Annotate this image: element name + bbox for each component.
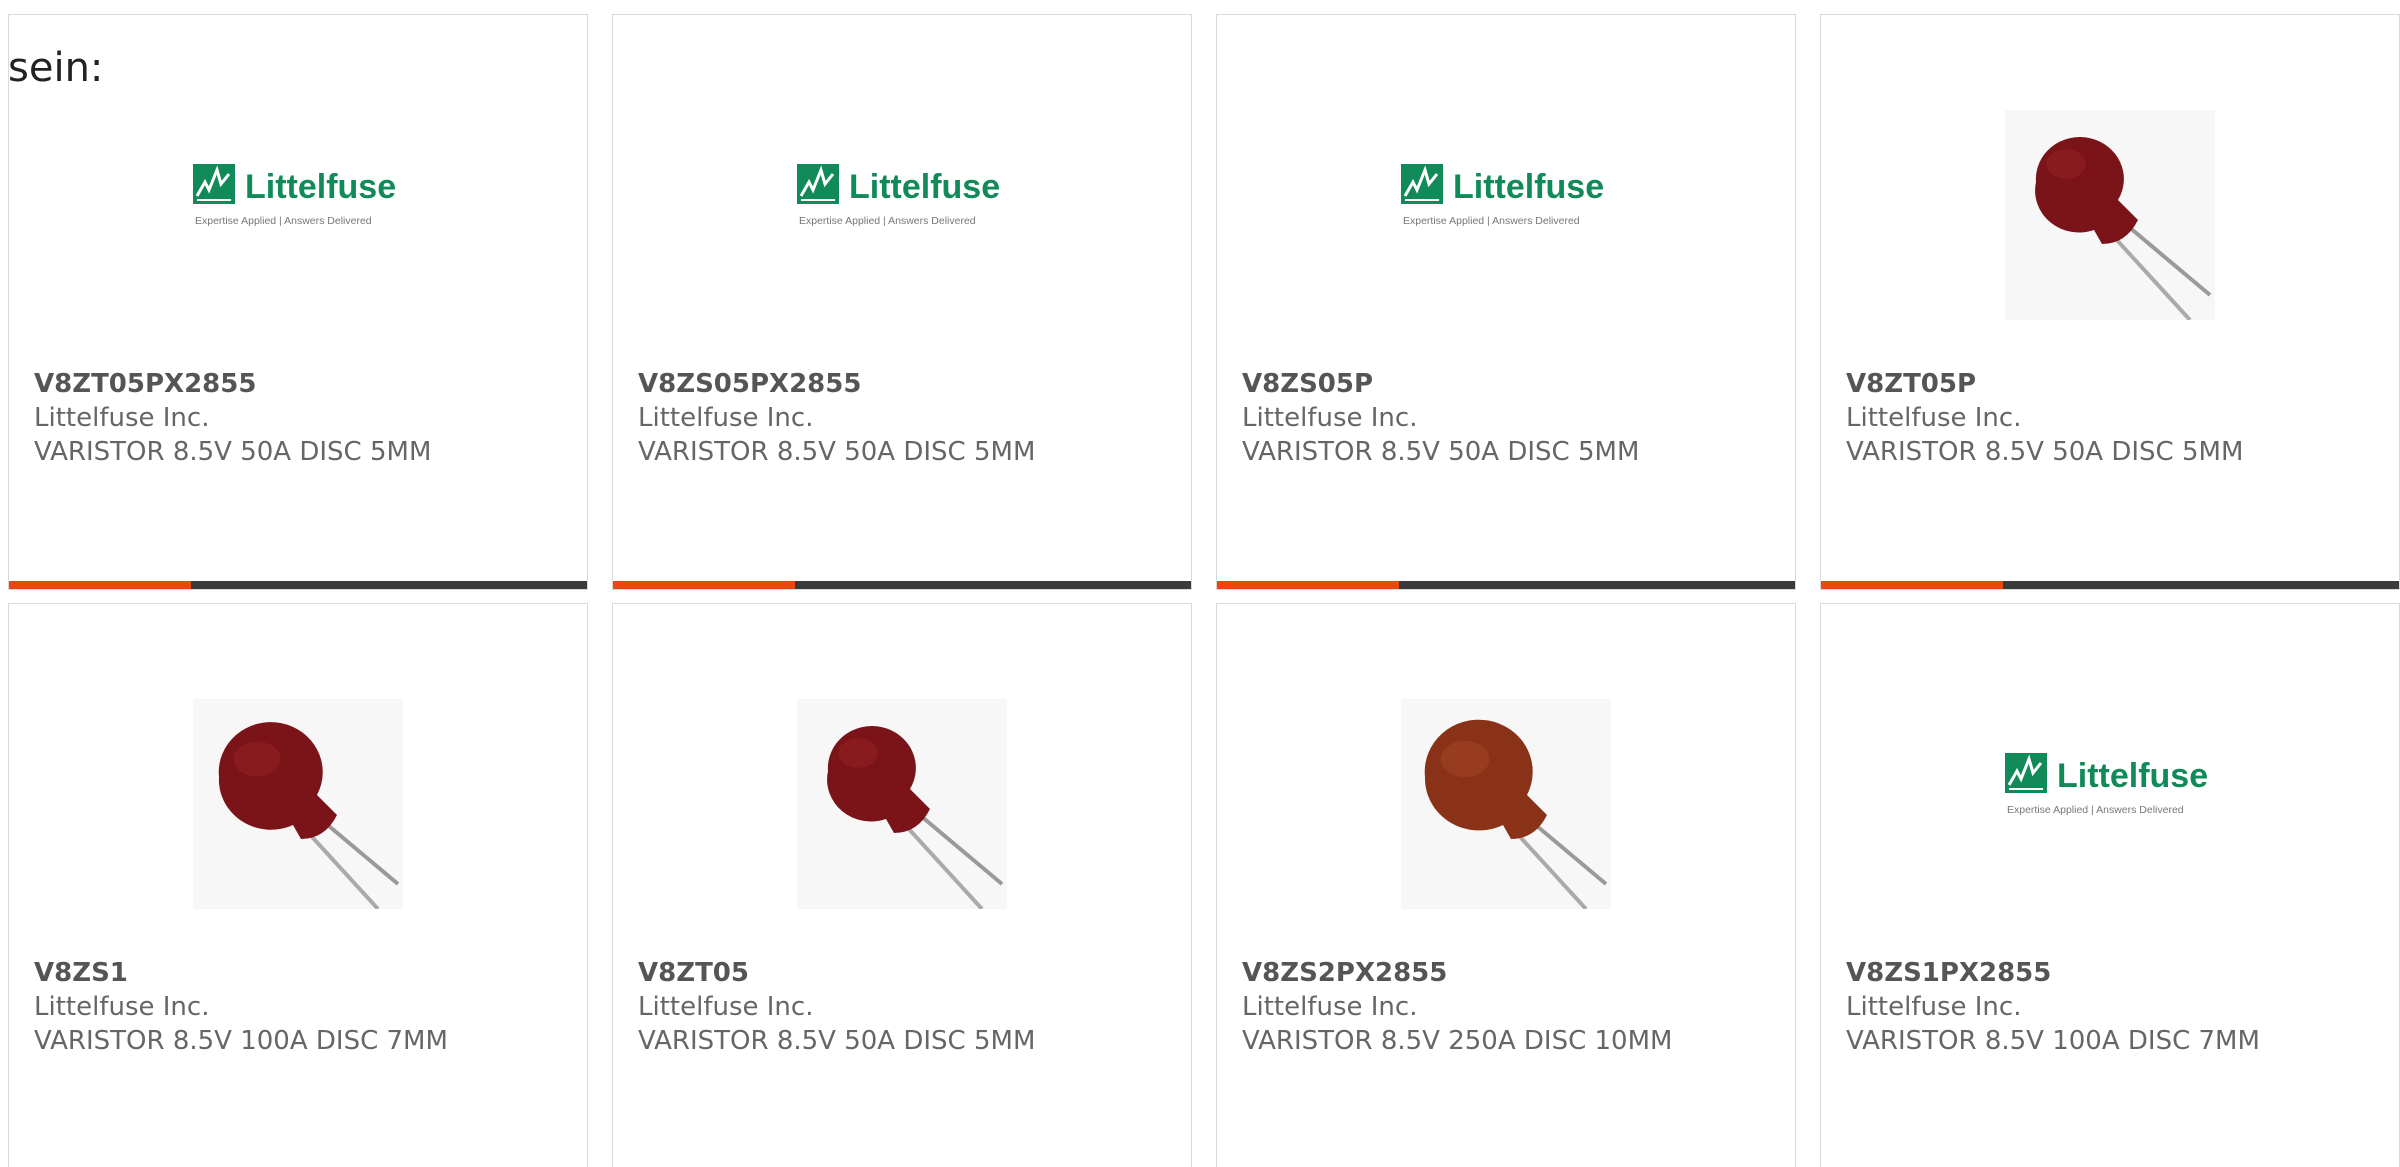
manufacturer-name: Littelfuse Inc. bbox=[1846, 403, 2022, 433]
card-accent-bar bbox=[1821, 581, 2003, 589]
product-image-area[interactable]: Littelfuse Expertise Applied | Answers D… bbox=[613, 15, 1191, 355]
part-number-link[interactable]: V8ZS2PX2855 bbox=[1242, 956, 1775, 990]
product-image-area[interactable] bbox=[1217, 604, 1795, 944]
manufacturer-name: Littelfuse Inc. bbox=[1242, 403, 1418, 433]
littelfuse-logo: Littelfuse Expertise Applied | Answers D… bbox=[797, 164, 1000, 227]
product-card[interactable]: V8ZT05P Littelfuse Inc. VARISTOR 8.5V 50… bbox=[1820, 14, 2400, 590]
card-bottom-bar bbox=[1821, 581, 2399, 589]
part-number-link[interactable]: V8ZT05PX2855 bbox=[34, 367, 567, 401]
product-grid: Littelfuse Expertise Applied | Answers D… bbox=[0, 0, 2400, 1167]
part-number-link[interactable]: V8ZS1PX2855 bbox=[1846, 956, 2379, 990]
manufacturer-name: Littelfuse Inc. bbox=[1242, 992, 1418, 1022]
product-image-area[interactable] bbox=[9, 604, 587, 944]
card-bottom-bar bbox=[9, 581, 587, 589]
card-bottom-bar bbox=[613, 581, 1191, 589]
product-info: V8ZT05 Littelfuse Inc. VARISTOR 8.5V 50A… bbox=[638, 956, 1171, 1058]
product-info: V8ZT05P Littelfuse Inc. VARISTOR 8.5V 50… bbox=[1846, 367, 2379, 469]
intro-text: sein: bbox=[8, 45, 104, 91]
part-number-link[interactable]: V8ZS05PX2855 bbox=[638, 367, 1171, 401]
product-card[interactable]: Littelfuse Expertise Applied | Answers D… bbox=[1216, 14, 1796, 590]
product-card[interactable]: Littelfuse Expertise Applied | Answers D… bbox=[8, 14, 588, 590]
product-image-area[interactable] bbox=[1821, 15, 2399, 355]
part-number-link[interactable]: V8ZS05P bbox=[1242, 367, 1775, 401]
varistor-image bbox=[2005, 110, 2215, 320]
littelfuse-logo: Littelfuse Expertise Applied | Answers D… bbox=[1401, 164, 1604, 227]
product-card[interactable]: V8ZS1 Littelfuse Inc. VARISTOR 8.5V 100A… bbox=[8, 603, 588, 1167]
product-image-area[interactable]: Littelfuse Expertise Applied | Answers D… bbox=[1821, 604, 2399, 944]
varistor-image bbox=[1401, 699, 1611, 909]
littelfuse-logo: Littelfuse Expertise Applied | Answers D… bbox=[193, 164, 396, 227]
card-accent-bar bbox=[1217, 581, 1399, 589]
product-image-area[interactable]: Littelfuse Expertise Applied | Answers D… bbox=[1217, 15, 1795, 355]
product-info: V8ZS1PX2855 Littelfuse Inc. VARISTOR 8.5… bbox=[1846, 956, 2379, 1058]
manufacturer-name: Littelfuse Inc. bbox=[1846, 992, 2022, 1022]
product-description: VARISTOR 8.5V 50A DISC 5MM bbox=[1242, 437, 1640, 467]
card-accent-bar bbox=[9, 581, 191, 589]
logo-brand-text: Littelfuse bbox=[1453, 168, 1604, 206]
manufacturer-name: Littelfuse Inc. bbox=[638, 403, 814, 433]
product-info: V8ZT05PX2855 Littelfuse Inc. VARISTOR 8.… bbox=[34, 367, 567, 469]
card-accent-bar bbox=[613, 581, 795, 589]
product-image-area[interactable] bbox=[613, 604, 1191, 944]
product-description: VARISTOR 8.5V 50A DISC 5MM bbox=[638, 1026, 1036, 1056]
logo-tagline-text: Expertise Applied | Answers Delivered bbox=[799, 215, 976, 227]
part-number-link[interactable]: V8ZS1 bbox=[34, 956, 567, 990]
product-description: VARISTOR 8.5V 100A DISC 7MM bbox=[1846, 1026, 2260, 1056]
product-card[interactable]: Littelfuse Expertise Applied | Answers D… bbox=[612, 14, 1192, 590]
product-description: VARISTOR 8.5V 50A DISC 5MM bbox=[1846, 437, 2244, 467]
product-info: V8ZS1 Littelfuse Inc. VARISTOR 8.5V 100A… bbox=[34, 956, 567, 1058]
product-grid-page: sein: Littelfuse Expertise Applied | Ans… bbox=[0, 0, 2400, 1167]
littelfuse-logo: Littelfuse Expertise Applied | Answers D… bbox=[2005, 753, 2208, 816]
logo-brand-text: Littelfuse bbox=[849, 168, 1000, 206]
product-card[interactable]: Littelfuse Expertise Applied | Answers D… bbox=[1820, 603, 2400, 1167]
manufacturer-name: Littelfuse Inc. bbox=[34, 403, 210, 433]
logo-tagline-text: Expertise Applied | Answers Delivered bbox=[1403, 215, 1580, 227]
product-card[interactable]: V8ZT05 Littelfuse Inc. VARISTOR 8.5V 50A… bbox=[612, 603, 1192, 1167]
logo-brand-text: Littelfuse bbox=[2057, 757, 2208, 795]
product-description: VARISTOR 8.5V 50A DISC 5MM bbox=[638, 437, 1036, 467]
varistor-image bbox=[797, 699, 1007, 909]
product-description: VARISTOR 8.5V 100A DISC 7MM bbox=[34, 1026, 448, 1056]
product-card[interactable]: V8ZS2PX2855 Littelfuse Inc. VARISTOR 8.5… bbox=[1216, 603, 1796, 1167]
manufacturer-name: Littelfuse Inc. bbox=[34, 992, 210, 1022]
varistor-image bbox=[193, 699, 403, 909]
product-description: VARISTOR 8.5V 50A DISC 5MM bbox=[34, 437, 432, 467]
product-info: V8ZS2PX2855 Littelfuse Inc. VARISTOR 8.5… bbox=[1242, 956, 1775, 1058]
logo-tagline-text: Expertise Applied | Answers Delivered bbox=[2007, 804, 2184, 816]
product-info: V8ZS05P Littelfuse Inc. VARISTOR 8.5V 50… bbox=[1242, 367, 1775, 469]
logo-brand-text: Littelfuse bbox=[245, 168, 396, 206]
manufacturer-name: Littelfuse Inc. bbox=[638, 992, 814, 1022]
logo-tagline-text: Expertise Applied | Answers Delivered bbox=[195, 215, 372, 227]
part-number-link[interactable]: V8ZT05 bbox=[638, 956, 1171, 990]
card-bottom-bar bbox=[1217, 581, 1795, 589]
product-description: VARISTOR 8.5V 250A DISC 10MM bbox=[1242, 1026, 1673, 1056]
part-number-link[interactable]: V8ZT05P bbox=[1846, 367, 2379, 401]
product-info: V8ZS05PX2855 Littelfuse Inc. VARISTOR 8.… bbox=[638, 367, 1171, 469]
